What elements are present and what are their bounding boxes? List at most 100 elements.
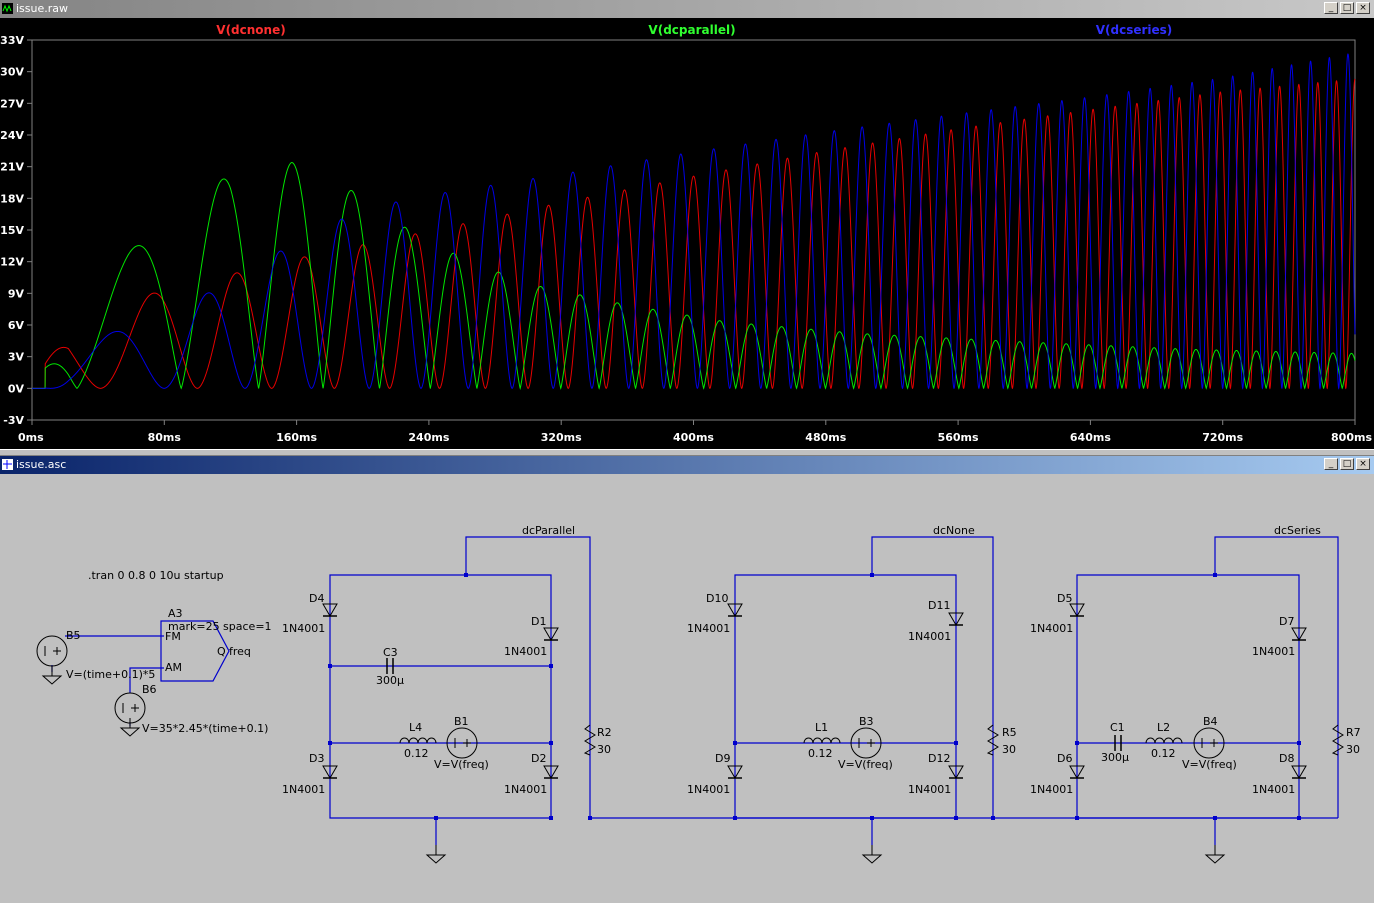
- ground-icon: [42, 665, 62, 685]
- label-q: Q: [217, 645, 226, 658]
- schematic-app-icon: [2, 459, 13, 470]
- net-label-dcnone: dcNone: [933, 524, 975, 537]
- label-b6: B6: [142, 683, 157, 696]
- label-r7: R7: [1346, 726, 1361, 739]
- label-r2: R2: [597, 726, 612, 739]
- label-d10: D10: [706, 592, 728, 605]
- legend-dcseries[interactable]: V(dcseries): [1096, 23, 1173, 37]
- label-d9-model: 1N4001: [687, 783, 730, 796]
- x-tick-label: 640ms: [1070, 431, 1111, 444]
- x-tick-label: 720ms: [1202, 431, 1243, 444]
- label-d7: D7: [1279, 615, 1294, 628]
- label-c3-value: 300µ: [376, 674, 404, 687]
- ground-icon: [862, 844, 882, 864]
- ground-icon: [1205, 844, 1225, 864]
- label-d12: D12: [928, 752, 950, 765]
- schematic-window: issue.asc _ □ × .tran 0 0.8 0 10u startu…: [0, 456, 1374, 903]
- y-tick-label: 15V: [0, 224, 24, 237]
- legend-dcnone[interactable]: V(dcnone): [216, 23, 285, 37]
- x-tick-label: 240ms: [408, 431, 449, 444]
- y-tick-label: 21V: [0, 161, 24, 174]
- y-tick-label: 18V: [0, 192, 24, 205]
- label-b3-expr: V=V(freq): [838, 758, 893, 771]
- label-d4: D4: [309, 592, 324, 605]
- ground-icon: [120, 717, 140, 737]
- x-tick-label: 800ms: [1331, 431, 1372, 444]
- label-d9: D9: [715, 752, 730, 765]
- label-d2-model: 1N4001: [504, 783, 547, 796]
- window-separator: [0, 449, 1374, 456]
- inductor-l4-symbol[interactable]: [399, 737, 437, 744]
- maximize-button[interactable]: □: [1340, 2, 1354, 14]
- waveform-app-icon: [2, 3, 13, 14]
- label-d6-model: 1N4001: [1030, 783, 1073, 796]
- label-r7-value: 30: [1346, 743, 1360, 756]
- label-d8: D8: [1279, 752, 1294, 765]
- waveform-window: issue.raw _ □ × -3V 0V 3V 6V 9V 12V 15V 18V 21V 2…: [0, 0, 1374, 449]
- x-tick-label: 400ms: [673, 431, 714, 444]
- label-b5: B5: [66, 629, 81, 642]
- label-r5-value: 30: [1002, 743, 1016, 756]
- trace-vdcseries[interactable]: [32, 53, 1356, 390]
- x-tick-label: 0ms: [18, 431, 44, 444]
- label-b6-expr: V=35*2.45*(time+0.1): [142, 722, 268, 735]
- label-d12-model: 1N4001: [908, 783, 951, 796]
- ground-icon: [426, 844, 446, 864]
- traces: [32, 53, 1356, 391]
- label-d10-model: 1N4001: [687, 622, 730, 635]
- label-am: AM: [165, 661, 182, 674]
- y-tick-label: 3V: [8, 351, 25, 364]
- label-b5-expr: V=(time+0.1)*5: [66, 668, 155, 681]
- label-l1: L1: [815, 721, 828, 734]
- schematic-window-title: issue.asc: [16, 458, 67, 471]
- label-d8-model: 1N4001: [1252, 783, 1295, 796]
- label-b4-expr: V=V(freq): [1182, 758, 1237, 771]
- y-tick-label: 12V: [0, 256, 24, 269]
- waveform-plot[interactable]: -3V 0V 3V 6V 9V 12V 15V 18V 21V 24V 27V 30V 33V 0ms 80…: [0, 18, 1374, 449]
- spice-directive[interactable]: .tran 0 0.8 0 10u startup: [88, 569, 224, 582]
- close-button[interactable]: ×: [1356, 458, 1370, 470]
- label-d5-model: 1N4001: [1030, 622, 1073, 635]
- minimize-button[interactable]: _: [1324, 2, 1338, 14]
- waveform-window-title: issue.raw: [16, 2, 69, 15]
- label-d1: D1: [531, 615, 546, 628]
- label-l2: L2: [1157, 721, 1170, 734]
- y-tick-label: 27V: [0, 97, 24, 110]
- label-r5: R5: [1002, 726, 1017, 739]
- plot-frame: [31, 39, 1356, 421]
- schematic-canvas[interactable]: .tran 0 0.8 0 10u startup A3 mark=25 spa…: [0, 474, 1374, 903]
- y-tick-label: 9V: [8, 287, 25, 300]
- label-d11: D11: [928, 599, 950, 612]
- minimize-button[interactable]: _: [1324, 458, 1338, 470]
- label-l4: L4: [409, 721, 422, 734]
- schematic-wires: [51, 536, 1339, 845]
- label-r2-value: 30: [597, 743, 611, 756]
- x-tick-label: 320ms: [541, 431, 582, 444]
- label-fm: FM: [165, 630, 181, 643]
- label-d4-model: 1N4001: [282, 622, 325, 635]
- label-d7-model: 1N4001: [1252, 645, 1295, 658]
- inductor-l1-symbol[interactable]: [803, 737, 841, 744]
- x-tick-label: 480ms: [805, 431, 846, 444]
- waveform-titlebar[interactable]: issue.raw _ □ ×: [0, 0, 1374, 18]
- label-l1-value: 0.12: [808, 747, 833, 760]
- label-a3-params: mark=25 space=1: [168, 620, 272, 633]
- label-b1-expr: V=V(freq): [434, 758, 489, 771]
- net-label-dcparallel: dcParallel: [522, 524, 575, 537]
- y-tick-label: 6V: [8, 319, 25, 332]
- schematic-labels: .tran 0 0.8 0 10u startup A3 mark=25 spa…: [66, 524, 1361, 796]
- y-tick-label: 0V: [8, 382, 25, 395]
- close-button[interactable]: ×: [1356, 2, 1370, 14]
- label-d3: D3: [309, 752, 324, 765]
- x-tick-label: 560ms: [938, 431, 979, 444]
- label-b4: B4: [1203, 715, 1218, 728]
- schematic-titlebar[interactable]: issue.asc _ □ ×: [0, 456, 1374, 474]
- maximize-button[interactable]: □: [1340, 458, 1354, 470]
- source-b5-symbol[interactable]: [36, 635, 68, 667]
- y-tick-label: -3V: [3, 414, 24, 427]
- y-tick-label: 33V: [0, 34, 24, 47]
- inductor-l2-symbol[interactable]: [1145, 737, 1183, 744]
- legend-dcparallel[interactable]: V(dcparallel): [648, 23, 735, 37]
- label-d11-model: 1N4001: [908, 630, 951, 643]
- label-l4-value: 0.12: [404, 747, 429, 760]
